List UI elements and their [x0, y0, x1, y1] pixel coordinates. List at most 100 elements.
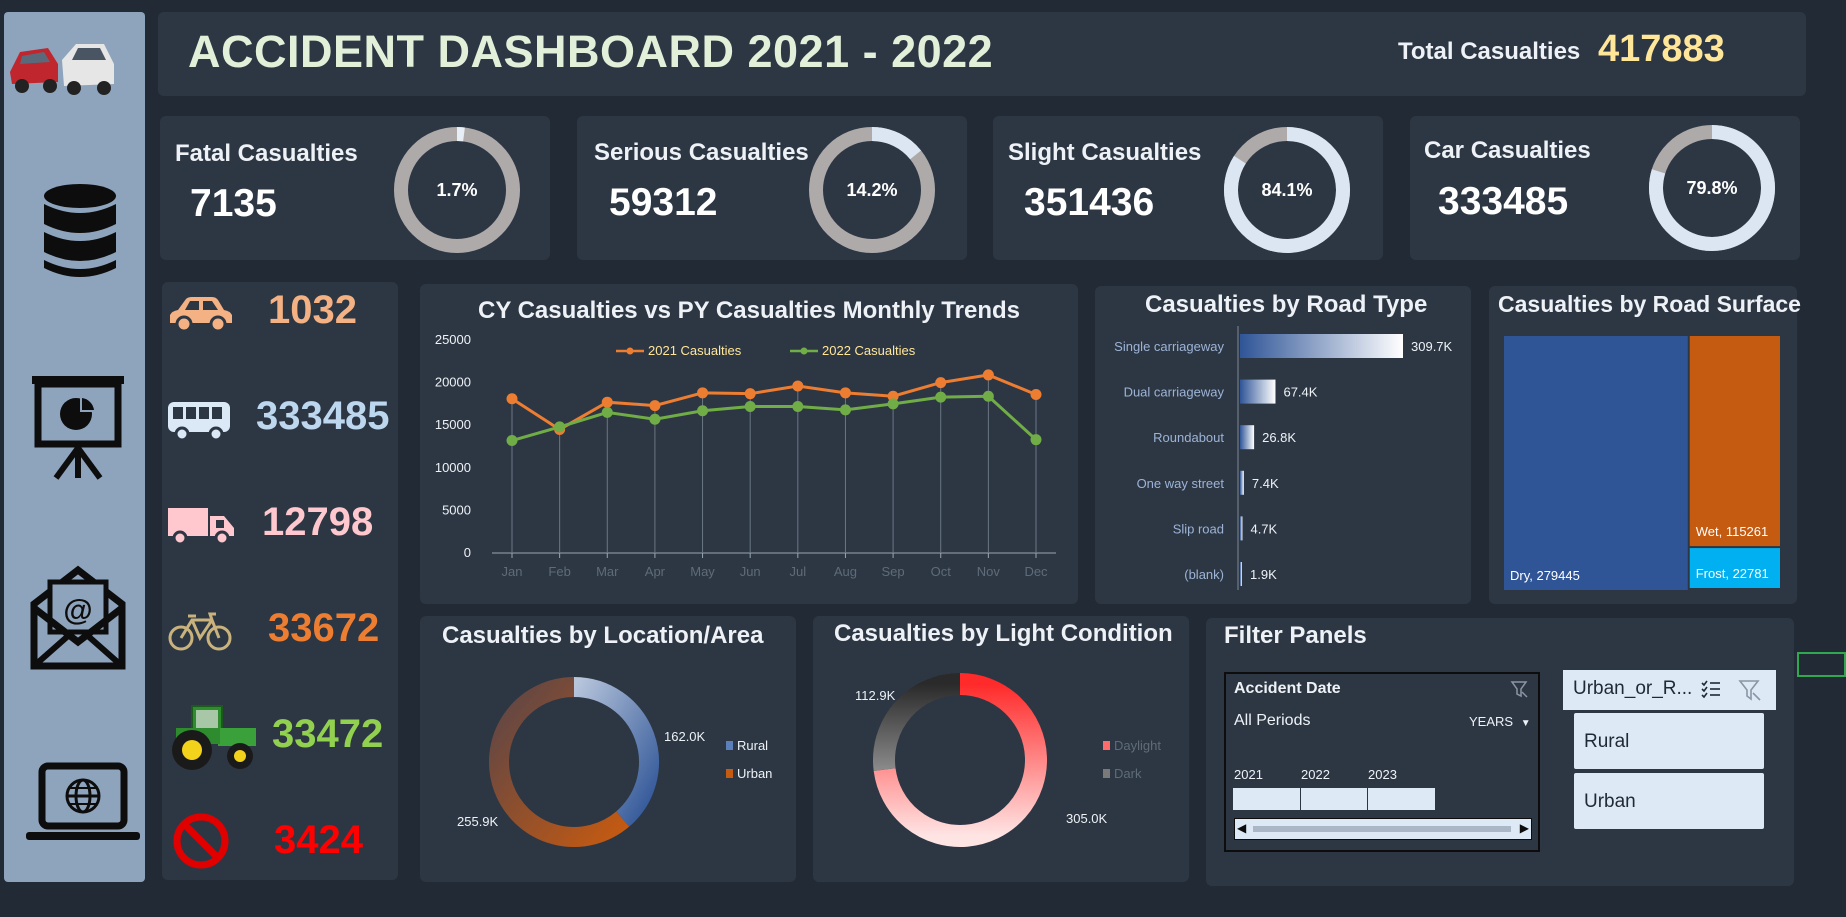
- road-surface-treemap: Wet, 115261 Frost, 22781 Dry, 279445: [1504, 336, 1780, 590]
- data-point: [744, 400, 756, 412]
- timeline-unit-label: YEARS: [1469, 714, 1514, 729]
- option-label: Urban: [1584, 791, 1636, 812]
- vehicle-count: 33472: [272, 712, 384, 756]
- chart-title: Casualties by Location/Area: [442, 622, 764, 649]
- donut-slice: [573, 677, 659, 827]
- category-label: (blank): [1184, 567, 1224, 582]
- kpi-label: Serious Casualties: [594, 139, 809, 166]
- data-point: [887, 398, 899, 410]
- x-tick-label: Jul: [790, 564, 807, 579]
- legend-swatch: [1103, 769, 1110, 778]
- y-tick-label: 5000: [442, 502, 471, 517]
- treemap-cell: [1504, 336, 1688, 590]
- kpi-value: 351436: [1024, 181, 1155, 224]
- bar: [1240, 516, 1243, 541]
- area-slicer-title: Urban_or_R...: [1573, 678, 1693, 699]
- donut-slice: [873, 673, 961, 771]
- area-option-rural[interactable]: Rural: [1574, 713, 1764, 769]
- x-tick-label: Sep: [882, 564, 905, 579]
- svg-text:@: @: [63, 594, 92, 627]
- kpi-value: 7135: [190, 182, 277, 225]
- scroll-left-icon[interactable]: ◀: [1237, 821, 1246, 835]
- series-line: [511, 373, 1037, 432]
- vehicle-count: 333485: [256, 394, 390, 438]
- timeline-year: 2022: [1301, 767, 1330, 782]
- area-option-urban[interactable]: Urban: [1574, 773, 1764, 829]
- timeline-scrollbar[interactable]: ◀ ▶: [1234, 818, 1532, 840]
- x-tick-label: Aug: [834, 564, 857, 579]
- data-point: [554, 421, 566, 433]
- chart-title: Casualties by Road Surface: [1498, 291, 1801, 317]
- light-donut-chart: 305.0K 112.9K Daylight Dark: [855, 673, 1161, 847]
- monthly-trend-chart: 0 5000 10000 15000 20000 25000 Jan Feb Mar Apr May…: [435, 332, 1056, 579]
- y-tick-label: 20000: [435, 375, 471, 390]
- category-label: One way street: [1137, 476, 1225, 491]
- bar: [1240, 562, 1242, 586]
- y-tick-label: 0: [464, 545, 471, 560]
- data-label: 67.4K: [1283, 385, 1317, 400]
- presentation-icon: [32, 376, 124, 480]
- x-tick-label: Oct: [931, 564, 952, 579]
- chart-title: CY Casualties vs PY Casualties Monthly T…: [478, 297, 1020, 324]
- slice-label: 112.9K: [855, 688, 896, 703]
- data-point: [1030, 434, 1042, 446]
- category-label: Single carriageway: [1114, 339, 1224, 354]
- laptop-globe-icon: [26, 762, 140, 840]
- kpi-value: 59312: [609, 181, 718, 224]
- selected-cell[interactable]: [1797, 652, 1846, 677]
- timeline-segment[interactable]: [1301, 788, 1369, 810]
- data-point: [792, 400, 804, 412]
- data-point: [506, 435, 518, 447]
- kpi-label: Car Casualties: [1424, 137, 1591, 164]
- y-tick-label: 25000: [435, 332, 471, 347]
- vehicle-type-panel: [162, 282, 398, 880]
- treemap-label: Dry, 279445: [1510, 568, 1580, 583]
- kpi-label: Fatal Casualties: [175, 140, 358, 167]
- series-line: [511, 394, 1038, 442]
- x-tick-label: Feb: [548, 564, 570, 579]
- bus-icon: [168, 402, 230, 442]
- category-label: Dual carriageway: [1124, 385, 1225, 400]
- filter-panel-title: Filter Panels: [1224, 622, 1367, 649]
- donut-fill: [871, 127, 922, 160]
- data-point: [982, 369, 994, 381]
- clear-filter-icon[interactable]: [1510, 680, 1528, 698]
- bar: [1240, 425, 1255, 450]
- timeline-segment[interactable]: [1233, 788, 1301, 810]
- multi-select-icon[interactable]: [1700, 678, 1722, 700]
- data-point: [792, 380, 804, 392]
- scroll-thumb[interactable]: [1253, 826, 1511, 832]
- bar: [1240, 379, 1276, 404]
- data-point: [601, 396, 613, 408]
- x-tick-label: Jun: [740, 564, 761, 579]
- data-label: 26.8K: [1262, 430, 1296, 445]
- database-icon: [44, 184, 116, 277]
- data-point: [649, 413, 661, 425]
- total-casualties-label: Total Casualties: [1398, 38, 1581, 65]
- legend-swatch: [726, 741, 733, 750]
- legend-label: 2022 Casualties: [822, 343, 916, 358]
- chevron-down-icon: ▼: [1520, 718, 1531, 729]
- timeline-title: Accident Date: [1234, 680, 1341, 697]
- legend-label: Urban: [737, 766, 772, 781]
- scroll-right-icon[interactable]: ▶: [1520, 821, 1529, 835]
- slice-label: 162.0K: [664, 729, 706, 744]
- timeline-year: 2021: [1234, 767, 1263, 782]
- kpi-label: Slight Casualties: [1008, 139, 1202, 166]
- category-label: Roundabout: [1153, 430, 1224, 445]
- timeline-unit-dropdown[interactable]: YEARS ▼: [1469, 714, 1531, 729]
- clear-filter-icon[interactable]: [1738, 678, 1762, 702]
- treemap-label: Frost, 22781: [1696, 566, 1769, 581]
- x-tick-label: Dec: [1024, 564, 1048, 579]
- timeline-bar[interactable]: [1233, 788, 1435, 810]
- chart-title: Casualties by Light Condition: [834, 620, 1173, 647]
- data-point: [839, 404, 851, 416]
- y-tick-label: 10000: [435, 460, 471, 475]
- email-icon: @: [30, 565, 126, 670]
- data-point: [935, 391, 947, 403]
- data-label: 4.7K: [1250, 521, 1277, 536]
- donut-percent-label: 79.8%: [1686, 178, 1737, 198]
- data-point: [697, 405, 709, 417]
- car-icon: [170, 297, 232, 333]
- timeline-segment[interactable]: [1368, 788, 1435, 810]
